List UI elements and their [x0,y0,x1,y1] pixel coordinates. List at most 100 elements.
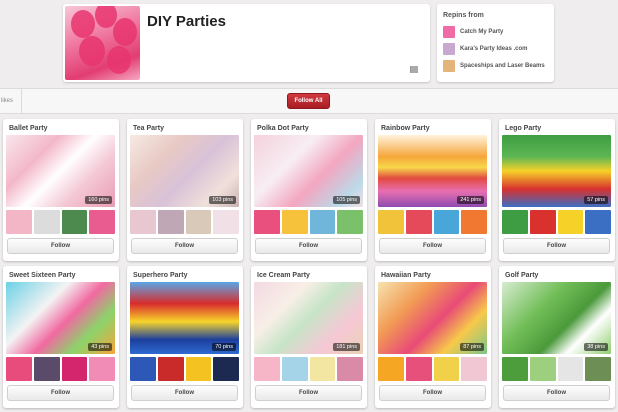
board-title[interactable]: Ballet Party [9,125,48,132]
board-thumbnail[interactable] [130,210,156,234]
board-card[interactable]: Hawaiian Party 87 pins Follow [375,266,491,408]
board-card[interactable]: Tea Party 103 pins Follow [127,119,243,261]
board-header-card: DIY Parties [63,4,430,82]
board-thumbnails [6,357,115,381]
board-thumbnail[interactable] [405,210,432,234]
board-cover-image[interactable]: 57 pins [502,135,611,207]
board-thumbnail[interactable] [61,210,88,234]
board-title[interactable]: Hawaiian Party [381,272,431,279]
board-thumbnail[interactable] [378,357,404,381]
board-thumbnail[interactable] [33,357,60,381]
board-title[interactable]: Sweet Sixteen Party [9,272,76,279]
board-card[interactable]: Superhero Party 70 pins Follow [127,266,243,408]
follow-board-button[interactable]: Follow [503,238,610,254]
board-cover-image[interactable]: 43 pins [6,282,115,354]
board-card[interactable]: Sweet Sixteen Party 43 pins Follow [3,266,119,408]
pin-count-badge: 43 pins [88,343,112,351]
board-cover-image[interactable]: 70 pins [130,282,239,354]
board-card[interactable]: Rainbow Party 241 pins Follow [375,119,491,261]
board-thumbnail[interactable] [157,357,184,381]
board-thumbnail[interactable] [281,210,308,234]
board-thumbnail[interactable] [529,357,556,381]
board-title[interactable]: Golf Party [505,272,538,279]
board-thumbnail[interactable] [461,210,487,234]
board-thumbnails [502,357,611,381]
board-card[interactable]: Golf Party 38 pins Follow [499,266,615,408]
board-thumbnail[interactable] [502,357,528,381]
board-cover-image[interactable]: 87 pins [378,282,487,354]
repin-source[interactable]: Kara's Party Ideas .com [443,40,548,57]
board-thumbnail[interactable] [585,357,611,381]
board-title[interactable]: Lego Party [505,125,541,132]
board-card[interactable]: Lego Party 57 pins Follow [499,119,615,261]
board-thumbnail[interactable] [254,210,280,234]
board-cover-image[interactable]: 241 pins [378,135,487,207]
board-card[interactable]: Ice Cream Party 181 pins Follow [251,266,367,408]
board-thumbnail[interactable] [157,210,184,234]
board-cover-image[interactable]: 181 pins [254,282,363,354]
board-title[interactable]: Tea Party [133,125,164,132]
board-thumbnail[interactable] [529,210,556,234]
follow-all-button[interactable]: Follow All [287,93,330,109]
pin-count-badge: 57 pins [584,196,608,204]
board-thumbnail[interactable] [502,210,528,234]
likes-tab[interactable]: likes [0,89,22,113]
board-thumbnail[interactable] [6,357,32,381]
pin-count-badge: 38 pins [584,343,608,351]
board-cover-image[interactable]: 105 pins [254,135,363,207]
follow-board-button[interactable]: Follow [7,385,114,401]
follow-board-button[interactable]: Follow [255,238,362,254]
repin-source[interactable]: Spaceships and Laser Beams [443,57,548,74]
pin-count-badge: 181 pins [333,343,360,351]
board-thumbnail[interactable] [433,357,460,381]
board-card[interactable]: Ballet Party 160 pins Follow [3,119,119,261]
board-thumbnail[interactable] [89,357,115,381]
follow-board-button[interactable]: Follow [255,385,362,401]
board-title[interactable]: Ice Cream Party [257,272,310,279]
pin-count-badge: 160 pins [85,196,112,204]
board-thumbnail[interactable] [557,210,584,234]
board-thumbnail[interactable] [61,357,88,381]
flag-icon[interactable] [410,66,418,73]
follow-board-button[interactable]: Follow [131,238,238,254]
board-thumbnail[interactable] [461,357,487,381]
board-thumbnail[interactable] [89,210,115,234]
follow-board-button[interactable]: Follow [379,238,486,254]
board-thumbnail[interactable] [6,210,32,234]
board-cover-image[interactable]: 103 pins [130,135,239,207]
board-title[interactable]: Rainbow Party [381,125,430,132]
follow-board-button[interactable]: Follow [7,238,114,254]
follow-board-button[interactable]: Follow [131,385,238,401]
page-title: DIY Parties [147,13,226,30]
board-thumbnail[interactable] [337,210,363,234]
board-thumbnail[interactable] [185,210,212,234]
board-thumbnail[interactable] [33,210,60,234]
board-thumbnail[interactable] [185,357,212,381]
board-thumbnails [378,210,487,234]
board-thumbnail[interactable] [433,210,460,234]
board-card[interactable]: Polka Dot Party 105 pins Follow [251,119,367,261]
repins-from-card: Repins from Catch My Party Kara's Party I… [437,4,554,82]
board-thumbnail[interactable] [378,210,404,234]
board-thumbnail[interactable] [254,357,280,381]
board-thumbnail[interactable] [130,357,156,381]
board-thumbnail[interactable] [281,357,308,381]
board-cover-image[interactable]: 160 pins [6,135,115,207]
board-thumbnail[interactable] [405,357,432,381]
follow-board-button[interactable]: Follow [379,385,486,401]
board-thumbnail[interactable] [213,357,239,381]
repin-source-avatar [443,59,455,72]
pin-count-badge: 70 pins [212,343,236,351]
board-thumbnail[interactable] [557,357,584,381]
board-title[interactable]: Polka Dot Party [257,125,309,132]
board-thumbnail[interactable] [337,357,363,381]
board-title[interactable]: Superhero Party [133,272,187,279]
board-cover-image [65,6,140,80]
repin-source[interactable]: Catch My Party [443,23,548,40]
board-cover-image[interactable]: 38 pins [502,282,611,354]
board-thumbnail[interactable] [309,210,336,234]
board-thumbnail[interactable] [213,210,239,234]
follow-board-button[interactable]: Follow [503,385,610,401]
board-thumbnail[interactable] [585,210,611,234]
board-thumbnail[interactable] [309,357,336,381]
